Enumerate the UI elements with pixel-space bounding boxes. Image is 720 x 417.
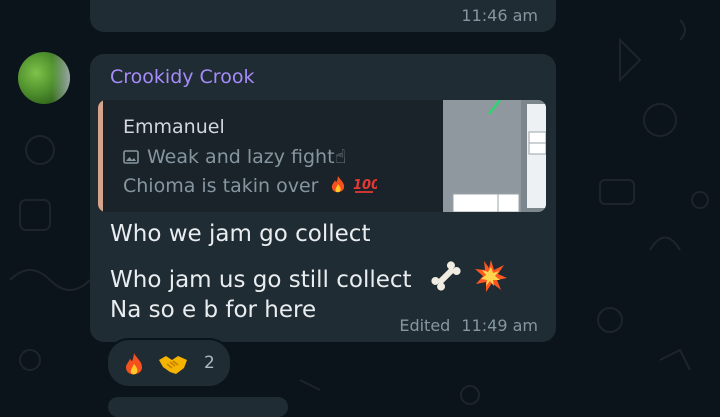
quote-line-1-text: Weak and lazy fight☝: [147, 146, 347, 168]
reactions-pill[interactable]: 2: [106, 338, 232, 388]
edited-label: Edited: [399, 316, 451, 335]
message-text-line-1: Who we jam go collect: [110, 221, 371, 247]
quote-text-line-2: Chioma is takin over 100: [123, 175, 380, 197]
sender-avatar[interactable]: [18, 52, 70, 104]
message-time: 11:49 am: [461, 316, 538, 335]
document-thumbnail-graphic: [443, 100, 546, 212]
message-text-line-2: Who jam us go still collect: [110, 259, 508, 293]
quote-accent-bar: [98, 100, 103, 212]
quote-text-line-1: Weak and lazy fight☝: [123, 146, 346, 168]
fire-emoji-icon: [331, 176, 344, 193]
quoted-image-thumbnail[interactable]: [443, 100, 546, 212]
sender-name[interactable]: Crookidy Crook: [110, 66, 254, 88]
message-line-2-text: Who jam us go still collect: [110, 267, 412, 293]
quoted-message[interactable]: Emmanuel Weak and lazy fight☝ Chioma is …: [98, 100, 546, 212]
message-meta: Edited 11:49 am: [399, 316, 538, 335]
quote-author: Emmanuel: [123, 116, 225, 138]
previous-message-bubble[interactable]: 11:46 am: [90, 0, 556, 32]
next-message-bubble[interactable]: [108, 397, 288, 417]
message-bubble[interactable]: Crookidy Crook Emmanuel Weak and lazy fi…: [90, 54, 556, 342]
quote-line-2-text: Chioma is takin over: [123, 175, 319, 197]
message-text-line-3: Na so e b for here: [110, 297, 317, 323]
previous-message-time: 11:46 am: [461, 6, 538, 25]
collision-emoji-icon: [475, 260, 508, 292]
reaction-count: 2: [204, 353, 215, 373]
svg-text:100: 100: [353, 178, 377, 193]
hundred-points-icon: 100: [353, 178, 380, 193]
handshake-reaction-icon: [159, 356, 187, 374]
bone-emoji-icon: [431, 261, 461, 291]
fire-reaction-icon: [125, 353, 143, 375]
image-icon: [123, 150, 139, 164]
